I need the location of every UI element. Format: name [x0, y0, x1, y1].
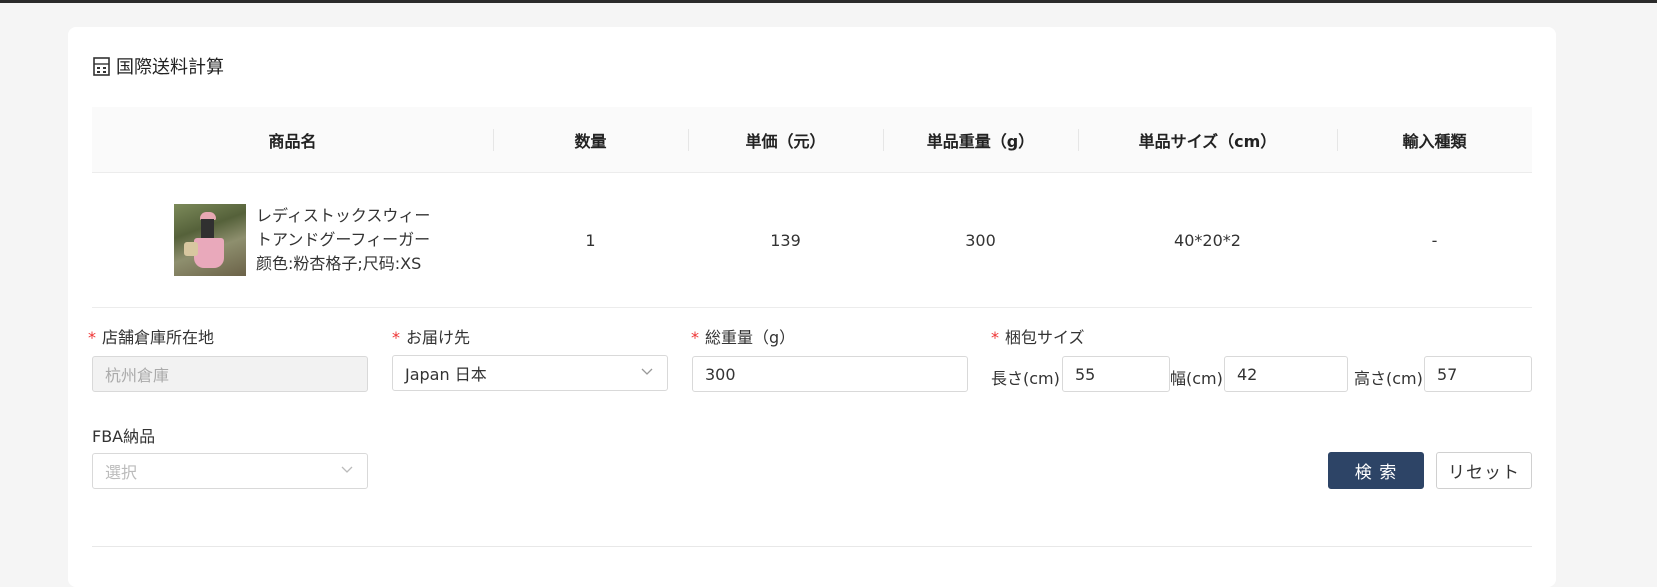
table-header: 商品名 数量 単価（元） 単品重量（g） 単品サイズ（cm） 輸入種類 — [92, 107, 1532, 173]
height-value: 57 — [1437, 364, 1458, 384]
required-mark: * — [392, 328, 400, 347]
unit-size-cell: 40*20*2 — [1174, 230, 1241, 250]
import-type-cell: - — [1431, 230, 1438, 250]
total-weight-label-text: 総重量（g） — [705, 328, 796, 347]
header-product-name: 商品名 — [268, 131, 317, 151]
fba-label: FBA納品 — [92, 427, 156, 446]
required-mark: * — [88, 328, 96, 347]
required-mark: * — [691, 328, 699, 347]
product-image[interactable] — [174, 204, 246, 276]
width-input[interactable]: 42 — [1224, 356, 1348, 392]
product-variant: 颜色:粉杏格子;尺码:XS — [256, 254, 422, 273]
length-input[interactable]: 55 — [1062, 356, 1170, 392]
height-input[interactable]: 57 — [1424, 356, 1532, 392]
height-label: 高さ(cm) — [1354, 369, 1423, 388]
top-bar — [0, 0, 1657, 3]
length-label: 長さ(cm) — [991, 369, 1060, 388]
reset-button[interactable]: リセット — [1436, 452, 1532, 489]
title-text: 国際送料計算 — [116, 57, 224, 78]
chevron-down-icon — [641, 368, 653, 375]
divider — [92, 546, 1532, 547]
package-size-label: * 梱包サイズ — [991, 324, 1085, 348]
header-unit-price: 単価（元） — [688, 128, 883, 152]
shipping-calculator-card: 国際送料計算 商品名 数量 単価（元） 単品重量（g） 単品サイズ（cm） 輸入… — [68, 27, 1556, 587]
destination-value: Japan 日本 — [405, 365, 487, 384]
header-unit-weight: 単品重量（g） — [883, 128, 1078, 152]
product-table: 商品名 数量 単価（元） 単品重量（g） 単品サイズ（cm） 輸入種類 レディス… — [92, 107, 1532, 308]
fba-select[interactable]: 選択 — [92, 453, 368, 489]
header-quantity: 数量 — [493, 128, 688, 152]
total-weight-label: * 総重量（g） — [691, 324, 795, 348]
package-size-label-text: 梱包サイズ — [1005, 328, 1085, 347]
total-weight-value: 300 — [705, 364, 736, 384]
product-name: レディストックスウィー トアンドグーフィーガー 颜色:粉杏格子;尺码:XS — [256, 204, 430, 276]
product-name-line2: トアンドグーフィーガー — [256, 230, 431, 249]
quantity-cell: 1 — [585, 230, 596, 250]
width-label: 幅(cm) — [1170, 369, 1223, 388]
destination-label: * お届け先 — [392, 324, 470, 348]
header-unit-size: 単品サイズ（cm） — [1078, 128, 1337, 152]
product-cell: レディストックスウィー トアンドグーフィーガー 颜色:粉杏格子;尺码:XS — [92, 204, 493, 276]
destination-select[interactable]: Japan 日本 — [392, 355, 668, 391]
total-weight-input[interactable]: 300 — [692, 356, 968, 392]
length-value: 55 — [1075, 364, 1096, 384]
product-name-line1: レディストックスウィー — [256, 206, 431, 225]
fba-placeholder: 選択 — [105, 463, 138, 482]
warehouse-input: 杭州倉庫 — [92, 356, 368, 392]
calculator-icon — [93, 56, 110, 76]
unit-weight-cell: 300 — [965, 230, 996, 250]
page-title: 国際送料計算 — [93, 53, 224, 79]
required-mark: * — [991, 328, 999, 347]
width-value: 42 — [1237, 364, 1258, 384]
warehouse-value: 杭州倉庫 — [105, 366, 170, 385]
warehouse-label-text: 店舗倉庫所在地 — [102, 328, 215, 347]
warehouse-label: * 店舗倉庫所在地 — [88, 324, 214, 348]
table-row: レディストックスウィー トアンドグーフィーガー 颜色:粉杏格子;尺码:XS 1 … — [92, 173, 1532, 308]
unit-price-cell: 139 — [770, 230, 801, 250]
chevron-down-icon — [341, 466, 353, 473]
header-import-type: 輸入種類 — [1337, 128, 1532, 152]
search-button[interactable]: 検 索 — [1328, 452, 1424, 489]
destination-label-text: お届け先 — [406, 328, 471, 347]
